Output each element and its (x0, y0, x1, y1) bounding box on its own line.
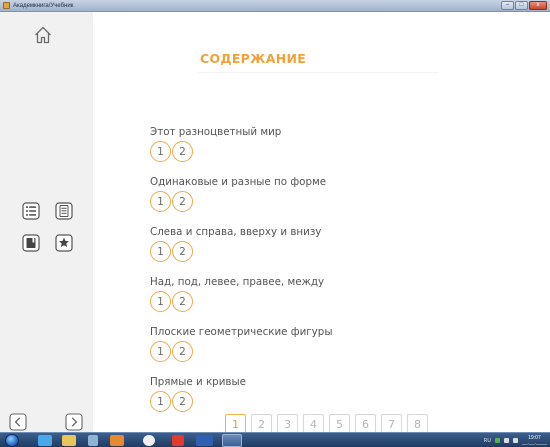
part-button[interactable]: 1 (150, 291, 171, 312)
maximize-button[interactable]: □ (515, 1, 528, 10)
toc-part-buttons: 12 (150, 391, 480, 412)
toc-part-buttons: 12 (150, 141, 480, 162)
page-title: СОДЕРЖАНИЕ (200, 51, 307, 66)
app-icon-taskbar[interactable] (110, 435, 124, 446)
network-icon[interactable] (494, 438, 500, 443)
next-page-button[interactable] (64, 412, 84, 432)
table-of-contents: Этот разноцветный мир 1 2 Одинаковые и разн… (150, 126, 480, 426)
heading-divider (198, 72, 438, 73)
part-button[interactable]: 1 (150, 341, 171, 362)
home-button[interactable] (32, 24, 54, 46)
volume-icon[interactable] (512, 438, 518, 443)
toc-item: Слева и справа, вверху и внизу 1 2 (150, 226, 480, 276)
arrow-right-icon (65, 413, 83, 431)
toc-item: Одинаковые и разные по форме 1 2 (150, 176, 480, 226)
clock-date: __.__.____ (521, 439, 547, 446)
toc-item-title[interactable]: Над, под, левее, правее, между (150, 276, 480, 290)
part-button[interactable]: 2 (172, 241, 193, 262)
toc-item: Плоские геометрические фигуры 1 2 (150, 326, 480, 376)
main-content: СОДЕРЖАНИЕ Этот разноцветный мир 1 2 Одинак… (93, 12, 550, 435)
part-button[interactable]: 1 (150, 241, 171, 262)
part-button[interactable]: 2 (172, 291, 193, 312)
toc-part-buttons: 12 (150, 241, 480, 262)
notebook-button[interactable] (21, 233, 41, 253)
part-button[interactable]: 2 (172, 191, 193, 212)
toc-part-buttons: 12 (150, 191, 480, 212)
arrow-left-icon (9, 413, 27, 431)
taskbar: RU 19:07 __.__.____ (0, 432, 550, 447)
flag-icon[interactable] (503, 438, 509, 443)
close-button[interactable]: x (529, 1, 547, 10)
part-button[interactable]: 1 (150, 141, 171, 162)
folder-icon[interactable] (62, 435, 76, 446)
browser-icon[interactable] (38, 435, 52, 446)
part-button[interactable]: 1 (150, 191, 171, 212)
part-button[interactable]: 2 (172, 141, 193, 162)
star-icon (55, 234, 73, 252)
window-title: Академкнига/Учебник (13, 3, 74, 9)
language-indicator[interactable]: RU (484, 438, 491, 444)
word-icon[interactable] (196, 435, 213, 446)
active-app-taskbar-button[interactable] (222, 434, 242, 447)
media-icon[interactable] (88, 435, 98, 446)
document-icon (55, 202, 73, 220)
toc-item: Этот разноцветный мир 1 2 (150, 126, 480, 176)
toc-item-title[interactable]: Одинаковые и разные по форме (150, 176, 480, 190)
list-icon (22, 202, 40, 220)
notebook-icon (22, 234, 40, 252)
start-button[interactable] (5, 434, 19, 447)
part-button[interactable]: 2 (172, 341, 193, 362)
window-controls: – □ x (501, 1, 547, 10)
toc-item-title[interactable]: Плоские геометрические фигуры (150, 326, 480, 340)
minimize-button[interactable]: – (501, 1, 514, 10)
yandex-browser-icon[interactable] (172, 435, 184, 446)
toc-item-title[interactable]: Этот разноцветный мир (150, 126, 480, 140)
bookmarks-button[interactable] (54, 233, 74, 253)
toc-part-buttons: 12 (150, 291, 480, 312)
window-title-bar[interactable]: Академкнига/Учебник – □ x (0, 0, 550, 12)
document-button[interactable] (54, 201, 74, 221)
toc-item-title[interactable]: Прямые и кривые (150, 376, 480, 390)
home-icon (35, 26, 51, 44)
toc-part-buttons: 12 (150, 341, 480, 362)
part-button[interactable]: 1 (150, 391, 171, 412)
system-tray: RU 19:07 __.__.____ (484, 434, 547, 447)
prev-page-button[interactable] (8, 412, 28, 432)
app-icon (3, 2, 10, 9)
clock[interactable]: 19:07 __.__.____ (521, 435, 547, 446)
part-button[interactable]: 2 (172, 391, 193, 412)
toc-item: Над, под, левее, правее, между 1 2 (150, 276, 480, 326)
toc-item-title[interactable]: Слева и справа, вверху и внизу (150, 226, 480, 240)
contents-list-button[interactable] (21, 201, 41, 221)
sidebar (0, 12, 93, 432)
yandex-icon[interactable] (143, 435, 155, 446)
